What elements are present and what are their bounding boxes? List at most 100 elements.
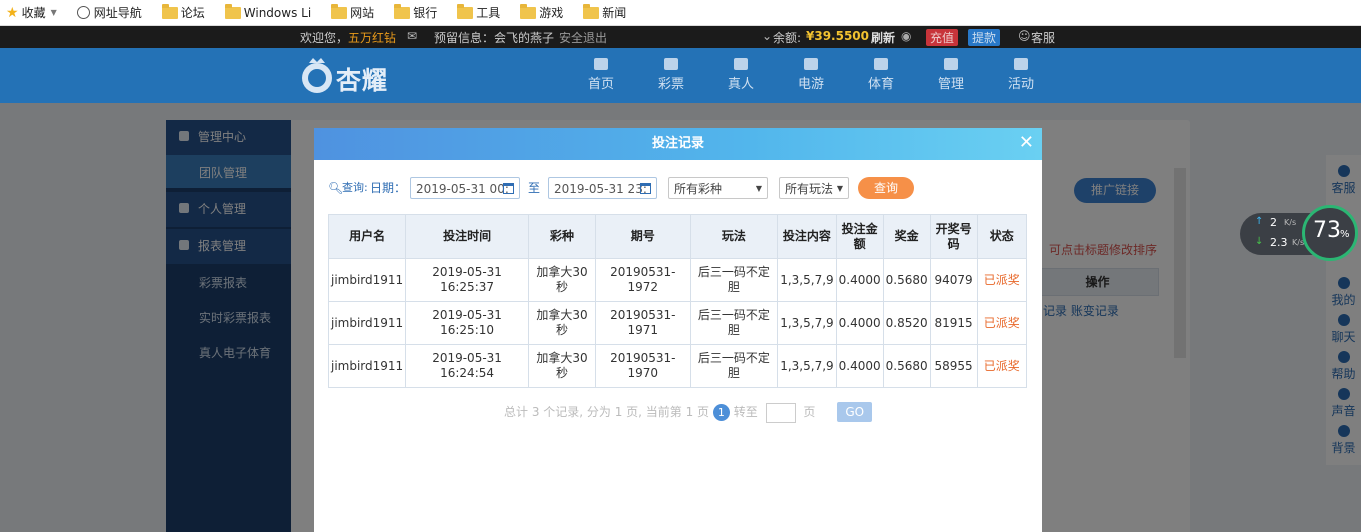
nav-manage[interactable]: 管理: [931, 58, 971, 92]
page-number-current[interactable]: 1: [712, 404, 730, 421]
lottery-select[interactable]: 所有彩种 ▼: [668, 177, 768, 199]
service-icon[interactable]: ☺: [1018, 29, 1031, 43]
nav-home[interactable]: 首页: [581, 58, 621, 92]
go-button[interactable]: GO: [837, 402, 873, 422]
cell-draw-number: 81915: [929, 301, 978, 345]
date-to-input[interactable]: 2019-05-31 23:: [548, 177, 657, 199]
folder-icon: [583, 3, 600, 19]
mail-icon[interactable]: ✉: [407, 29, 417, 43]
cell-bet-time: 2019-05-31 16:24:54: [405, 344, 529, 388]
balance-value: ¥39.5500: [806, 29, 870, 43]
bookmark-folder[interactable]: 新闻: [583, 3, 626, 21]
logo-emblem-icon: [302, 58, 332, 93]
trophy-icon: [874, 58, 888, 70]
nav-egame[interactable]: 电游: [791, 58, 831, 92]
cpu-usage: 73: [1313, 218, 1341, 243]
column-header[interactable]: 用户名: [327, 214, 407, 259]
bookmark-folder[interactable]: 论坛: [161, 3, 205, 21]
column-header[interactable]: 投注金额: [835, 214, 884, 259]
bookmark-folder[interactable]: 网站: [331, 3, 374, 21]
column-header[interactable]: 期号: [595, 214, 691, 259]
column-header[interactable]: 奖金: [882, 214, 931, 259]
column-header[interactable]: 投注内容: [777, 214, 837, 259]
calendar-icon[interactable]: [640, 183, 651, 194]
modal-title: 投注记录: [651, 136, 704, 151]
calendar-icon[interactable]: [503, 183, 514, 194]
cell-status[interactable]: 已派奖: [976, 344, 1028, 388]
cell-issue: 20190531-1971: [595, 301, 691, 345]
bet-record-table: 用户名 投注时间 彩种 期号 玩法 投注内容 投注金额 奖金 开奖号码 状态 j…: [327, 214, 1028, 388]
withdraw-button[interactable]: 提款: [968, 29, 1001, 46]
cell-lottery: 加拿大30秒: [527, 258, 597, 302]
cell-draw-number: 58955: [929, 344, 978, 388]
play-select[interactable]: 所有玩法 ▼: [779, 177, 849, 199]
folder-icon: [457, 3, 474, 19]
column-header[interactable]: 玩法: [689, 214, 779, 259]
bet-record-modal: 投注记录 ✕ 🔍︎ 查询: 日期： 2019-05-31 00: 至 2019-…: [314, 128, 1042, 532]
home-icon: [594, 58, 608, 70]
diamond-icon: [664, 58, 678, 70]
top-info-bar: 欢迎您， 五万红钻 ✉ 预留信息：会飞的燕子 安全退出 ⌄ 余额: ¥39.55…: [0, 26, 1361, 48]
refresh-link[interactable]: 刷新: [871, 29, 895, 46]
balance-label: 余额:: [773, 31, 802, 45]
column-header[interactable]: 开奖号码: [929, 214, 978, 259]
cell-prize: 0.5680: [882, 344, 931, 388]
bookmark-folder[interactable]: 工具: [457, 3, 500, 21]
column-header[interactable]: 彩种: [527, 214, 597, 259]
globe-icon: [76, 6, 90, 19]
download-arrow-icon: ↓: [1255, 236, 1264, 247]
cell-status[interactable]: 已派奖: [976, 258, 1028, 302]
page-unit-label: 页: [803, 405, 816, 419]
goto-page-input[interactable]: [765, 402, 796, 423]
recharge-button[interactable]: 充值: [926, 29, 959, 46]
bookmark-folder[interactable]: 游戏: [520, 3, 563, 21]
cell-prize: 0.8520: [882, 301, 931, 345]
logout-link[interactable]: 安全退出: [559, 29, 607, 46]
chevron-down-icon[interactable]: ⌄: [762, 29, 772, 43]
welcome-text: 欢迎您，: [300, 31, 349, 45]
cell-content: 1,3,5,7,9: [777, 301, 837, 345]
nav-sports[interactable]: 体育: [861, 58, 901, 92]
dealer-icon: [734, 58, 748, 70]
cell-issue: 20190531-1970: [595, 344, 691, 388]
folder-icon: [394, 3, 411, 19]
cell-amount: 0.4000: [835, 344, 884, 388]
nav-lottery[interactable]: 彩票: [651, 58, 691, 92]
table-row: jimbird1911 2019-05-31 16:25:37 加拿大30秒 2…: [327, 258, 1028, 302]
cell-username: jimbird1911: [327, 344, 407, 388]
column-header[interactable]: 投注时间: [405, 214, 529, 259]
table-header-row: 用户名 投注时间 彩种 期号 玩法 投注内容 投注金额 奖金 开奖号码 状态: [327, 214, 1028, 259]
folder-icon: [161, 3, 178, 19]
upload-arrow-icon: ↑: [1255, 216, 1264, 227]
query-button[interactable]: 查询: [858, 177, 914, 199]
nav-live[interactable]: 真人: [721, 58, 761, 92]
bookmark-folder[interactable]: Windows Li: [224, 3, 311, 20]
bookmarks-bar: ★ 收藏 ▼ 网址导航 论坛 Windows Li 网站 银行 工具 游戏 新闻: [0, 0, 1361, 26]
bookmark-folder[interactable]: 银行: [394, 3, 437, 21]
vip-level[interactable]: 五万红钻: [348, 29, 396, 46]
cell-content: 1,3,5,7,9: [777, 258, 837, 302]
gift-icon: [1014, 58, 1028, 70]
site-header: 杏耀 首页 彩票 真人 电游 体育 管理 活动: [0, 48, 1361, 103]
bookmark-favorites[interactable]: ★ 收藏 ▼: [6, 4, 57, 21]
site-logo[interactable]: 杏耀: [300, 56, 410, 96]
users-icon: [944, 58, 958, 70]
close-icon[interactable]: ✕: [1019, 132, 1034, 154]
cell-status[interactable]: 已派奖: [976, 301, 1028, 345]
modal-header: 投注记录 ✕: [314, 128, 1042, 160]
slot-icon: [804, 58, 818, 70]
bookmark-item[interactable]: 网址导航: [76, 4, 142, 21]
eye-icon[interactable]: ◉: [901, 29, 911, 43]
search-icon: 🔍︎: [328, 181, 344, 195]
network-speed-widget[interactable]: ↑ 2 K/s ↓ 2.3 K/s 73 %: [1240, 205, 1360, 263]
pagination: 总计 3 个记录, 分为 1 页, 当前第 1 页 1 转至 页 GO: [504, 402, 873, 423]
table-row: jimbird1911 2019-05-31 16:25:10 加拿大30秒 2…: [327, 301, 1028, 345]
date-label: 日期：: [370, 181, 407, 195]
column-header[interactable]: 状态: [976, 214, 1028, 259]
nav-activity[interactable]: 活动: [1001, 58, 1041, 92]
service-link[interactable]: 客服: [1031, 29, 1055, 46]
date-from-input[interactable]: 2019-05-31 00:: [410, 177, 520, 199]
folder-icon: [520, 3, 537, 19]
table-row: jimbird1911 2019-05-31 16:24:54 加拿大30秒 2…: [327, 344, 1028, 388]
cell-draw-number: 94079: [929, 258, 978, 302]
